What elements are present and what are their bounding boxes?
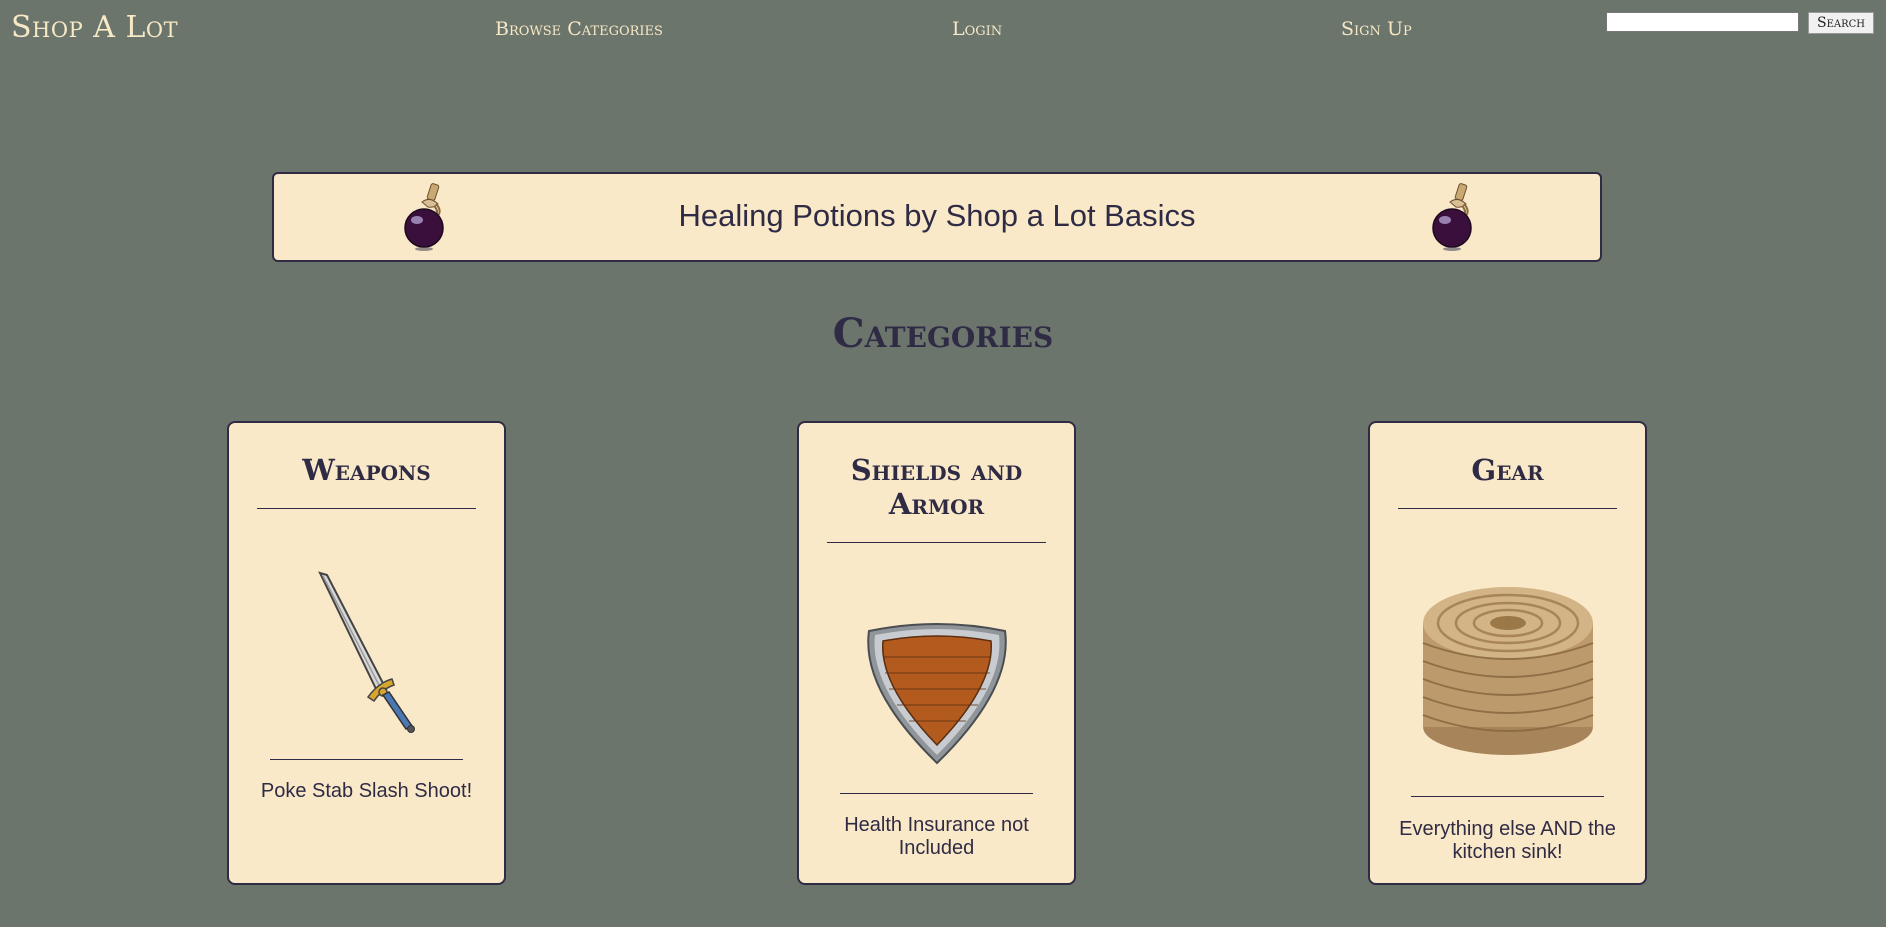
card-title: Gear	[1471, 453, 1544, 487]
card-divider	[1411, 796, 1604, 797]
sword-icon	[317, 571, 415, 733]
brand-logo-link[interactable]: Shop A Lot	[11, 10, 178, 45]
shield-icon	[866, 623, 1007, 765]
promo-banner[interactable]: Healing Potions by Shop a Lot Basics	[272, 172, 1602, 262]
card-description: Health Insurance not Included	[844, 814, 1029, 859]
card-divider	[840, 793, 1033, 794]
navbar: Shop A Lot Browse Categories Login Sign …	[0, 0, 1886, 60]
card-divider	[1398, 508, 1617, 509]
card-title: Weapons	[302, 453, 431, 487]
card-divider	[257, 508, 476, 509]
nav-signup-link[interactable]: Sign Up	[1341, 18, 1412, 40]
rope-icon	[1422, 587, 1593, 755]
card-divider	[827, 542, 1046, 543]
card-divider	[270, 759, 463, 760]
category-card-weapons[interactable]: Weapons Poke Stab Slash Shoot!	[227, 421, 506, 885]
card-title: Shields and Armor	[850, 453, 1023, 521]
card-description: Everything else AND the kitchen sink!	[1399, 818, 1616, 863]
banner-title: Healing Potions by Shop a Lot Basics	[678, 198, 1196, 233]
category-card-gear[interactable]: Gear Everything else AND the kitchen sin…	[1368, 421, 1647, 885]
potion-icon	[1432, 183, 1472, 251]
categories-heading: Categories	[832, 310, 1054, 357]
nav-login-link[interactable]: Login	[952, 18, 1002, 40]
nav-browse-categories-link[interactable]: Browse Categories	[495, 18, 663, 40]
category-card-shields-and-armor[interactable]: Shields and Armor Health Insurance not I…	[797, 421, 1076, 885]
search-button[interactable]: Search	[1808, 12, 1874, 34]
card-description: Poke Stab Slash Shoot!	[260, 780, 473, 802]
search-input[interactable]	[1606, 12, 1799, 32]
